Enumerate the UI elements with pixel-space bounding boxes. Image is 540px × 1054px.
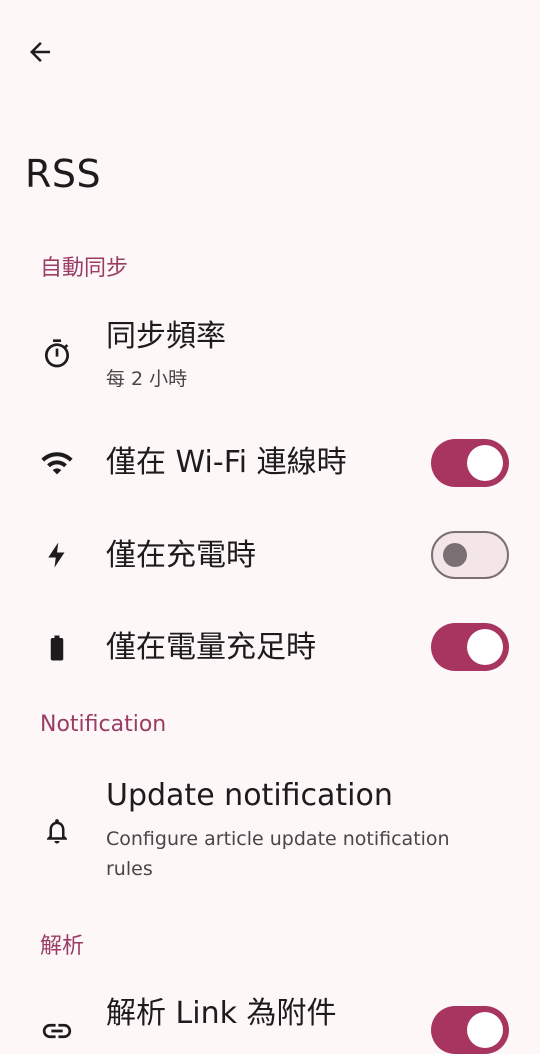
switch-thumb — [467, 1012, 503, 1048]
update-notification-title: Update notification — [106, 778, 393, 813]
parse-links-title: 解析 Link 為附件 — [106, 996, 337, 1031]
update-notification-subtitle: Configure article update notification ru… — [106, 828, 450, 880]
charging-only-switch[interactable] — [431, 531, 509, 579]
switch-thumb — [467, 445, 503, 481]
sync-frequency-value: 每 2 小時 — [106, 368, 188, 390]
charging-only-title: 僅在充電時 — [106, 538, 256, 573]
back-button[interactable] — [18, 30, 62, 74]
section-header-auto-sync: 自動同步 — [40, 256, 129, 281]
switch-thumb — [467, 629, 503, 665]
arrow-back-icon — [30, 42, 50, 62]
bolt-icon — [38, 536, 76, 574]
bell-icon — [38, 812, 76, 850]
timer-icon — [38, 335, 76, 373]
battery-icon — [38, 629, 76, 667]
wifi-only-title: 僅在 Wi-Fi 連線時 — [106, 445, 347, 480]
battery-only-switch[interactable] — [431, 623, 509, 671]
sync-frequency-title: 同步頻率 — [106, 319, 226, 354]
page-title: RSS — [25, 152, 102, 196]
section-header-notification: Notification — [40, 712, 167, 737]
wifi-icon — [38, 444, 76, 482]
battery-only-title: 僅在電量充足時 — [106, 630, 316, 665]
switch-thumb — [443, 543, 467, 567]
section-header-parse: 解析 — [40, 934, 85, 959]
wifi-only-switch[interactable] — [431, 439, 509, 487]
parse-links-switch[interactable] — [431, 1006, 509, 1054]
link-icon — [38, 1012, 76, 1050]
